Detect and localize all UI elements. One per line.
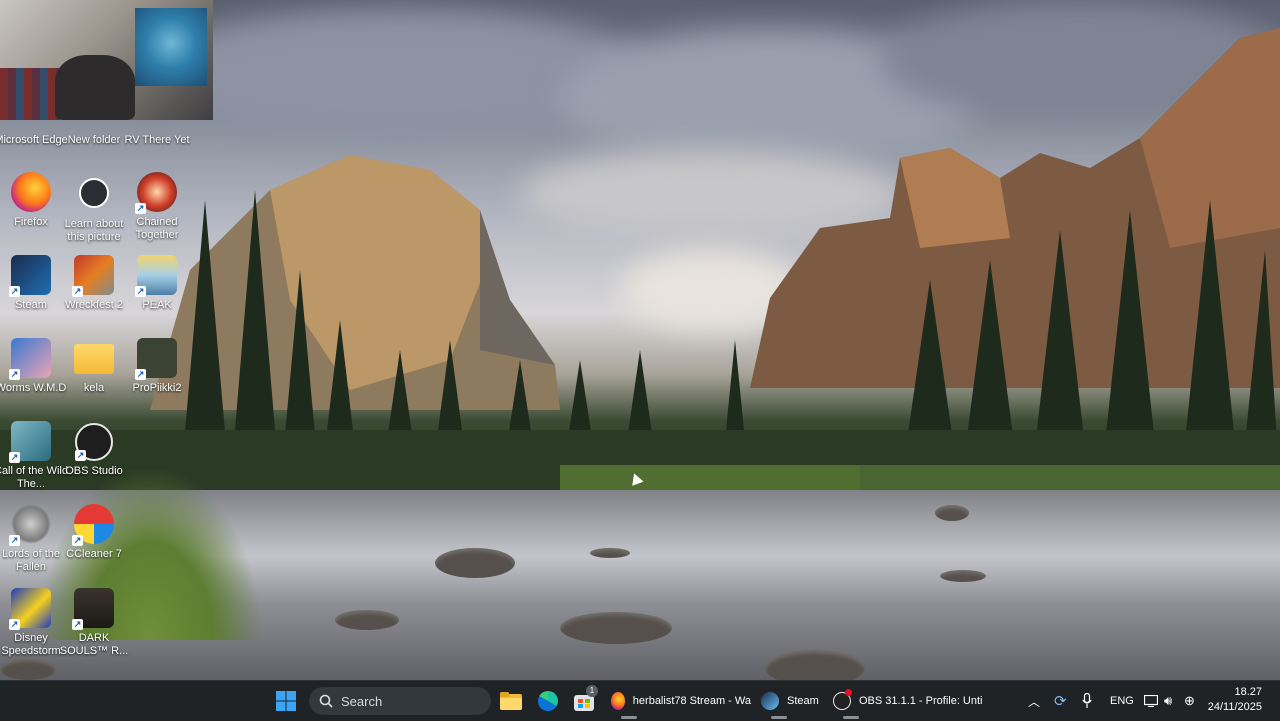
game-icon: ↗ <box>72 255 114 297</box>
windows-icon <box>276 691 296 711</box>
start-button[interactable] <box>274 681 298 721</box>
store-badge: 1 <box>586 685 598 697</box>
camera-icon <box>79 178 109 208</box>
shortcut-arrow-icon: ↗ <box>72 619 83 630</box>
desktop-icon-dark-souls[interactable]: ↗ DARK SOULS™ R... <box>55 588 133 658</box>
recording-dot-icon <box>845 689 852 696</box>
game-icon: ↗ <box>9 588 51 630</box>
active-indicator <box>621 716 637 719</box>
taskbar-app-firefox[interactable]: herbalist78 Stream - Wa <box>611 681 751 721</box>
obs-icon: ↗ <box>75 423 113 461</box>
taskbar-edge[interactable] <box>538 681 558 721</box>
store-icon: 1 <box>574 685 598 711</box>
taskbar-clock[interactable]: 18.27 24/11/2025 <box>1208 685 1262 715</box>
taskbar-app-label: herbalist78 Stream - Wa <box>632 695 751 707</box>
desktop-icon-obs-studio[interactable]: ↗ OBS Studio <box>55 421 133 478</box>
shortcut-arrow-icon: ↗ <box>9 286 20 297</box>
tray-volume[interactable]: 🔊︎ <box>1164 681 1172 721</box>
globe-icon: ⊕ <box>1184 693 1195 708</box>
clock-date: 24/11/2025 <box>1207 701 1262 713</box>
taskbar-app-obs[interactable]: OBS 31.1.1 - Profile: Unti <box>833 681 983 721</box>
taskbar-app-steam[interactable]: Steam <box>761 681 821 721</box>
game-icon: ↗ <box>135 172 177 214</box>
taskbar-search-box[interactable]: Search <box>309 687 491 715</box>
shortcut-arrow-icon: ↗ <box>9 535 20 546</box>
desktop-icon-ccleaner-7[interactable]: ↗ CCleaner 7 <box>55 504 133 561</box>
language-indicator: ENG <box>1110 695 1134 707</box>
edge-icon <box>11 90 51 130</box>
tray-language[interactable]: ENG <box>1110 681 1134 721</box>
search-placeholder: Search <box>341 693 383 709</box>
tray-globe[interactable]: ⊕ <box>1184 681 1195 721</box>
taskbar-store[interactable]: 1 <box>574 681 598 721</box>
shortcut-arrow-icon: ↗ <box>135 286 146 297</box>
edge-icon <box>538 691 558 711</box>
tray-microphone[interactable] <box>1082 681 1092 721</box>
folder-icon <box>74 344 114 374</box>
taskbar-app-label: Steam <box>787 695 819 707</box>
active-indicator <box>843 716 859 719</box>
taskbar-app-label: OBS 31.1.1 - Profile: Unti <box>859 695 983 707</box>
game-icon: ↗ <box>9 421 51 463</box>
speaker-icon: 🔊︎ <box>1164 693 1173 708</box>
game-icon: ↗ <box>72 588 114 630</box>
network-icon <box>1144 695 1158 707</box>
shortcut-arrow-icon: ↗ <box>9 452 20 463</box>
tray-network[interactable] <box>1144 681 1158 721</box>
shortcut-arrow-icon: ↗ <box>75 450 86 461</box>
tray-overflow-button[interactable]: ︿ <box>1028 681 1040 721</box>
shortcut-arrow-icon: ↗ <box>9 619 20 630</box>
steam-icon: ↗ <box>9 255 51 297</box>
desktop-icon-peak[interactable]: ↗ PEAK <box>118 255 196 312</box>
shortcut-arrow-icon: ↗ <box>72 286 83 297</box>
shortcut-arrow-icon: ↗ <box>135 203 146 214</box>
desktop-icon-chained-together[interactable]: ↗ Chained Together <box>118 172 196 242</box>
game-icon: ↗ <box>135 255 177 297</box>
tray-sync[interactable]: ⟳ <box>1054 681 1067 721</box>
microphone-icon <box>1082 693 1092 708</box>
shortcut-arrow-icon: ↗ <box>9 369 20 380</box>
firefox-icon <box>611 692 625 710</box>
sync-icon: ⟳ <box>1054 693 1067 710</box>
tapestry <box>135 8 207 86</box>
active-indicator <box>771 716 787 719</box>
desktop-icon-propiikki2[interactable]: ↗ ProPiikki2 <box>118 338 196 395</box>
taskbar: Search 1 herbalist78 Stream - Wa Steam O… <box>0 680 1280 721</box>
folder-icon <box>74 90 114 130</box>
game-icon <box>137 90 177 130</box>
game-icon: ↗ <box>9 338 51 380</box>
clock-time: 18.27 <box>1234 686 1262 698</box>
file-explorer-icon <box>500 692 522 710</box>
game-icon: ↗ <box>135 338 177 380</box>
chevron-up-icon: ︿ <box>1028 694 1041 709</box>
desktop-icon-rv-there-yet[interactable]: RV There Yet <box>118 90 196 147</box>
ccleaner-icon: ↗ <box>72 504 114 546</box>
game-icon: ↗ <box>9 504 51 546</box>
firefox-icon <box>11 172 51 212</box>
obs-icon <box>833 689 852 710</box>
shortcut-arrow-icon: ↗ <box>135 369 146 380</box>
shortcut-arrow-icon: ↗ <box>72 535 83 546</box>
search-icon <box>319 694 333 708</box>
steam-icon <box>761 692 779 710</box>
taskbar-file-explorer[interactable] <box>500 681 522 721</box>
